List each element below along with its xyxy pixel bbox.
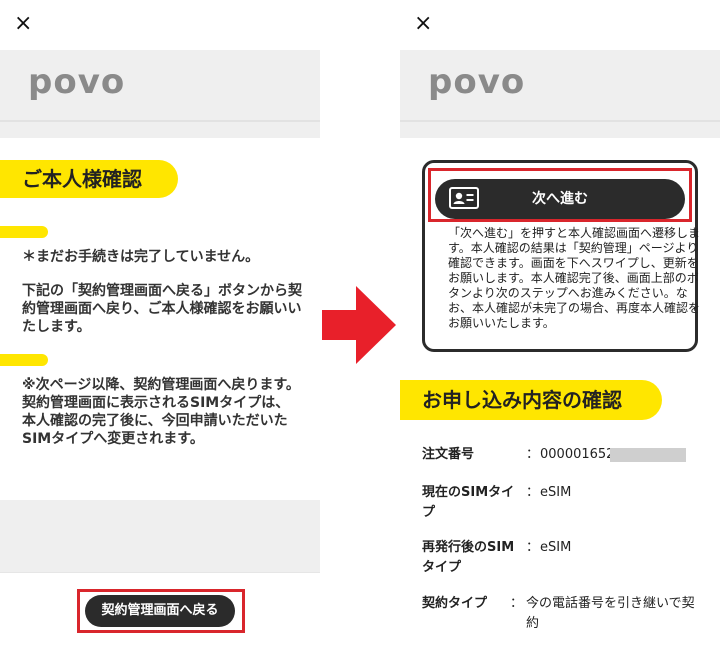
close-icon[interactable]: × (414, 10, 432, 38)
bottom-bar: 契約管理画面へ戻る (0, 572, 320, 649)
row-value-contract-type: 今の電話番号を引き継いで契約 (526, 596, 695, 631)
instruction-text: 下記の「契約管理画面へ戻る」ボタンから契約管理画面へ戻り、ご本人様確認をお願いい… (22, 283, 302, 335)
row-label-contract-type: 契約タイプ (422, 596, 488, 611)
row-colon: ： (526, 485, 540, 500)
row-colon: ： (526, 447, 540, 462)
divider (400, 122, 720, 138)
povo-logo: povo (428, 62, 526, 102)
logo-band: povo (0, 50, 320, 122)
gray-spacer (0, 500, 320, 572)
arrow-right-icon (322, 286, 396, 368)
page-title: ご本人様確認 (0, 160, 178, 198)
row-label-reissue-sim: 再発行後のSIMタイプ (422, 540, 515, 575)
right-screen: × povo 次へ進む 「次へ進む」を押すと本人確認画面へ遷移します。本人確認の… (400, 0, 720, 649)
highlight-box (77, 589, 245, 633)
highlight-box (428, 168, 692, 222)
row-colon: ： (510, 596, 524, 611)
logo-band: povo (400, 50, 720, 122)
row-label-current-sim: 現在のSIMタイプ (422, 485, 515, 520)
povo-logo: povo (28, 62, 126, 102)
note-text: ※次ページ以降、契約管理画面へ戻ります。契約管理画面に表示されるSIMタイプは、… (22, 377, 300, 447)
top-bar: × (400, 0, 720, 50)
row-value-order-number: 000001652 (540, 447, 615, 462)
notice-text: ＊まだお手続きは完了していません。 (22, 249, 260, 265)
section-title: お申し込み内容の確認 (400, 380, 662, 420)
row-colon: ： (526, 540, 540, 555)
divider (0, 122, 320, 138)
yellow-accent-bar (0, 354, 48, 366)
row-label-order-number: 注文番号 (422, 447, 475, 462)
row-value-current-sim: eSIM (540, 485, 572, 500)
row-value-reissue-sim: eSIM (540, 540, 572, 555)
top-bar: × (0, 0, 320, 50)
next-description: 「次へ進む」を押すと本人確認画面へ遷移します。本人確認の結果は「契約管理」ページ… (448, 226, 701, 330)
close-icon[interactable]: × (14, 10, 32, 38)
redaction-block (610, 448, 686, 462)
yellow-accent-bar (0, 226, 48, 238)
left-screen: × povo ご本人様確認 ＊まだお手続きは完了していません。 下記の「契約管理… (0, 0, 320, 649)
identity-check-content: ご本人様確認 ＊まだお手続きは完了していません。 下記の「契約管理画面へ戻る」ボ… (0, 138, 320, 500)
